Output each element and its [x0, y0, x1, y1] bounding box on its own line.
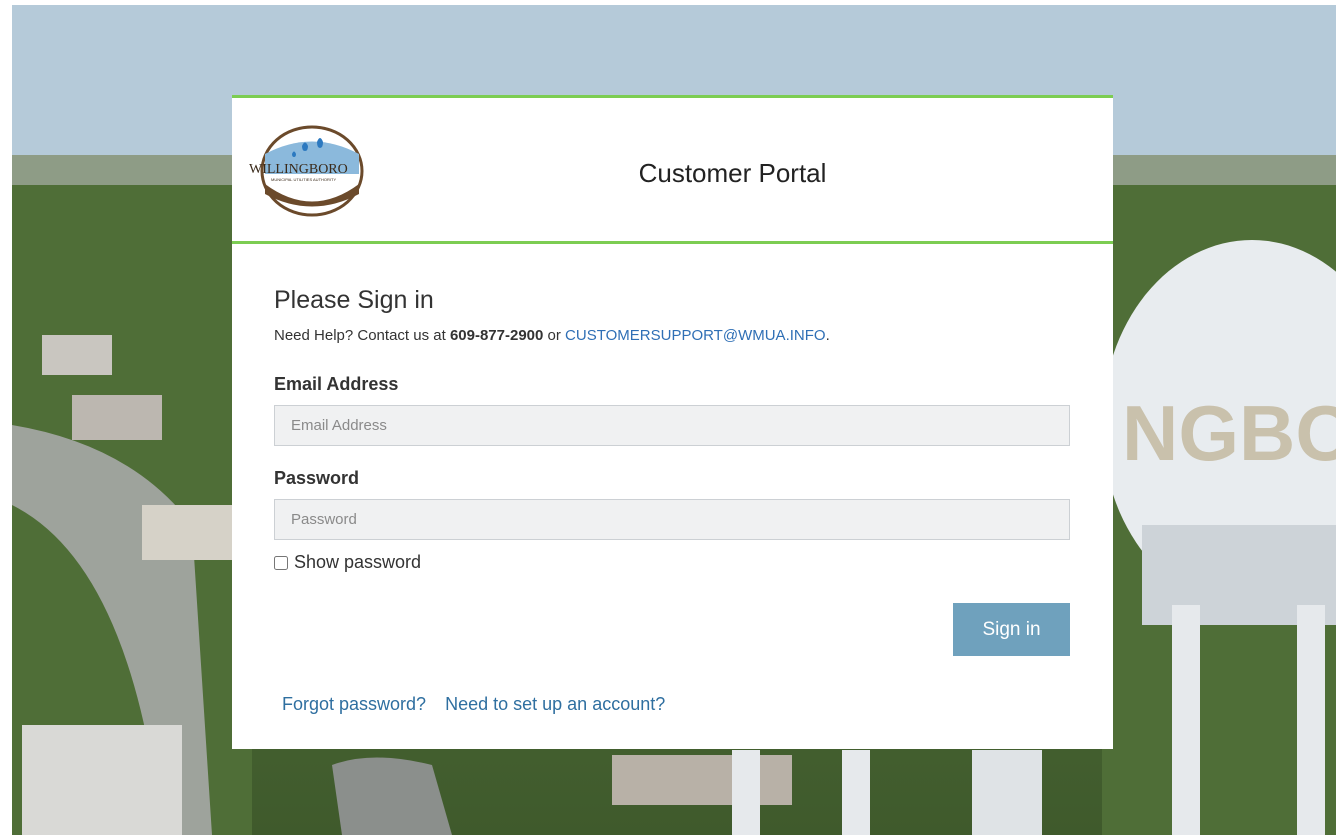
show-password-toggle[interactable]: Show password — [274, 552, 1071, 573]
signin-button[interactable]: Sign in — [953, 603, 1070, 656]
footer-links: Forgot password? Need to set up an accou… — [282, 694, 679, 715]
email-label: Email Address — [274, 374, 399, 394]
card-header: WILLINGBORO MUNICIPAL UTILITIES AUTHORIT… — [232, 98, 1113, 244]
setup-account-link[interactable]: Need to set up an account? — [445, 694, 665, 714]
show-password-checkbox[interactable] — [274, 555, 288, 570]
help-phone: 609-877-2900 — [449, 327, 544, 344]
login-card: WILLINGBORO MUNICIPAL UTILITIES AUTHORIT… — [232, 95, 1113, 749]
forgot-password-link[interactable]: Forgot password? — [282, 694, 426, 714]
email-input[interactable] — [274, 405, 1070, 446]
show-password-label: Show password — [294, 552, 422, 572]
support-email-link[interactable]: CUSTOMERSUPPORT@WMUA.INFO — [565, 327, 826, 344]
help-suffix: . — [825, 327, 830, 344]
tower-lettering: NGBO — [1122, 389, 1336, 477]
help-prefix: Need Help? Contact us at — [274, 327, 450, 344]
password-label: Password — [274, 468, 360, 488]
password-input[interactable] — [274, 499, 1070, 540]
help-text: Need Help? Contact us at 609-877-2900 or… — [274, 327, 1071, 344]
portal-title: Customer Portal — [638, 158, 827, 188]
signin-form: Please Sign in Need Help? Contact us at … — [232, 244, 1113, 573]
signin-heading: Please Sign in — [274, 286, 434, 314]
help-mid: or — [543, 327, 566, 344]
